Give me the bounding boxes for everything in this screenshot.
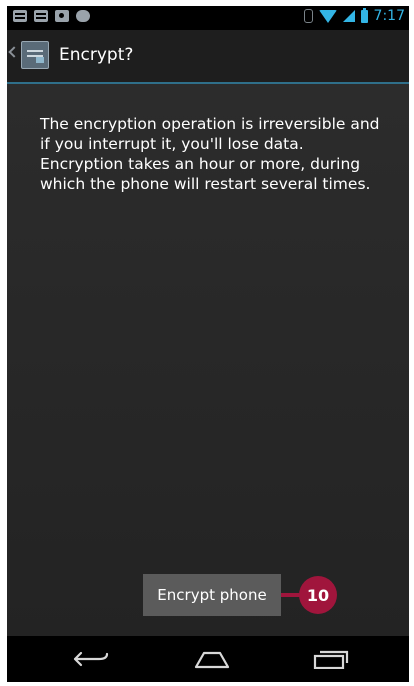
chat-icon [34,10,48,22]
home-icon[interactable] [192,649,232,669]
status-clock: 7:17 [373,8,405,24]
battery-icon [360,7,368,23]
system-icons: 7:17 [303,7,405,24]
camera-icon [55,10,69,22]
step-callout-badge: 10 [299,576,337,614]
notification-icons [13,10,90,22]
up-navigation[interactable] [7,30,53,82]
wifi-icon [318,9,337,23]
phone-screen: 7:17 Encrypt? The encryption operation i… [7,6,409,682]
message-icon [13,10,27,22]
bluetooth-icon [303,9,313,23]
encrypt-phone-button[interactable]: Encrypt phone [143,574,281,616]
recent-apps-icon[interactable] [312,649,350,669]
signal-icon [342,10,355,22]
content-area: The encryption operation is irreversible… [7,84,409,636]
navigation-bar [7,636,409,682]
page-title: Encrypt? [59,45,134,65]
chevron-left-icon [8,46,20,58]
encryption-warning-text: The encryption operation is irreversible… [40,115,380,193]
gamepad-icon [76,10,90,22]
encrypt-settings-icon [21,41,49,69]
back-icon[interactable] [73,650,109,668]
status-bar: 7:17 [7,6,409,30]
action-bar: Encrypt? [7,30,409,84]
